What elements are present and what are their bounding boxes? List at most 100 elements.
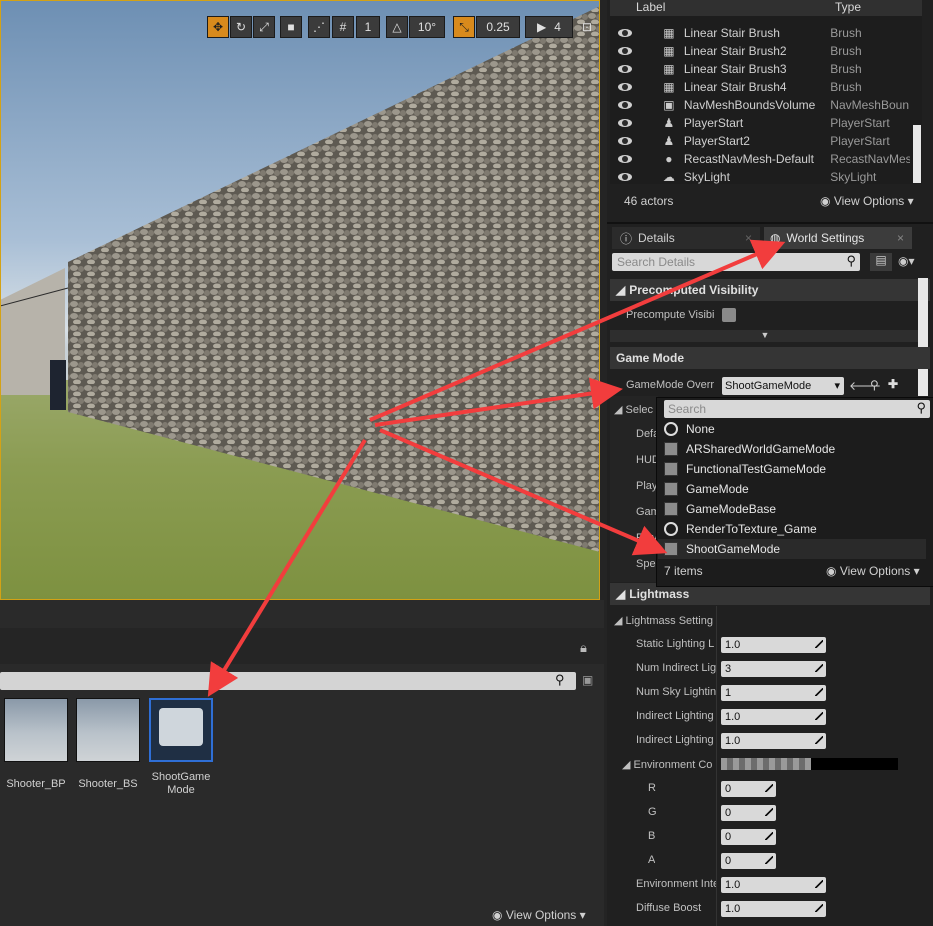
field-value: 0 xyxy=(725,855,732,867)
dropdown-view-options[interactable]: ◉ View Options ▾ xyxy=(826,564,920,578)
item-label: FunctionalTestGameMode xyxy=(686,462,827,476)
visibility-eye-icon[interactable] xyxy=(618,101,632,109)
outliner-scrollbar[interactable] xyxy=(913,125,921,183)
color-a-field[interactable]: 0 xyxy=(721,853,776,869)
list-item[interactable]: ● RecastNavMesh-Default RecastNavMes xyxy=(610,150,910,168)
actor-type: NavMeshBoun xyxy=(830,98,910,112)
tab-world-settings[interactable]: ◍ World Settings × xyxy=(764,227,912,249)
close-icon[interactable]: × xyxy=(745,231,752,245)
visibility-eye-icon[interactable] xyxy=(618,29,632,37)
list-item[interactable]: ♟ PlayerStart2 PlayerStart xyxy=(610,132,910,150)
environment-color-alpha-swatch[interactable] xyxy=(721,758,811,770)
close-icon[interactable]: × xyxy=(897,231,904,245)
visibility-eye-icon[interactable] xyxy=(618,137,632,145)
num-indirect-bounces-field[interactable]: 3 xyxy=(721,661,826,677)
lock-icon[interactable]: 🔒︎ xyxy=(580,640,587,656)
maximize-viewport-icon[interactable]: ⊡ xyxy=(578,16,596,38)
save-search-icon[interactable]: ▣ xyxy=(582,673,593,687)
details-scrollbar[interactable] xyxy=(918,278,928,396)
property-label: Play xyxy=(636,532,658,544)
environment-intensity-field[interactable]: 1.0 xyxy=(721,877,826,893)
list-item[interactable]: None xyxy=(664,419,924,439)
add-new-icon[interactable]: ✚ xyxy=(888,377,898,391)
rotate-tool-button[interactable]: ↻ xyxy=(230,16,252,38)
section-header[interactable]: Game Mode xyxy=(610,347,930,369)
expand-advanced-icon[interactable]: ▼ xyxy=(610,330,920,342)
list-item[interactable]: FunctionalTestGameMode xyxy=(664,459,924,479)
visibility-eye-icon[interactable] xyxy=(618,173,632,181)
field-value: 1 xyxy=(725,687,732,699)
gamemode-override-combo[interactable]: ShootGameMode ▾ xyxy=(722,377,844,395)
surface-snap-button[interactable]: ⋰ xyxy=(308,16,330,38)
asset-thumbnail-shootgamemode[interactable] xyxy=(149,698,213,762)
resize-grip-icon xyxy=(815,904,823,912)
content-view-options[interactable]: ◉ View Options ▾ xyxy=(492,908,586,922)
rotation-snap-icon[interactable]: △ xyxy=(386,16,408,38)
property-label: Spe xyxy=(636,558,656,570)
environment-color-swatch[interactable] xyxy=(811,758,898,770)
gamemode-icon xyxy=(664,502,678,516)
list-item[interactable]: ▦ Linear Stair Brush Brush xyxy=(610,24,910,42)
property-label: Num Indirect Lig xyxy=(636,662,716,674)
translate-tool-button[interactable]: ✥ xyxy=(207,16,229,38)
color-b-field[interactable]: 0 xyxy=(721,829,776,845)
scale-tool-button[interactable]: ⤢ xyxy=(253,16,275,38)
visibility-eye-icon[interactable] xyxy=(618,155,632,163)
grid-snap-icon[interactable]: # xyxy=(332,16,354,38)
world-local-toggle[interactable]: ■ xyxy=(280,16,302,38)
tab-details[interactable]: ⓘ Details × xyxy=(612,227,760,249)
asset-search-input[interactable] xyxy=(0,672,576,690)
static-lighting-level-field[interactable]: 1.0 xyxy=(721,637,826,653)
camera-speed-button[interactable]: ▶ 4 xyxy=(525,16,573,38)
num-sky-bounces-field[interactable]: 1 xyxy=(721,685,826,701)
property-label: Num Sky Lightin xyxy=(636,686,716,698)
property-matrix-icon[interactable]: ▤ xyxy=(870,253,892,271)
details-search-input[interactable]: Search Details ⚲ xyxy=(612,253,860,271)
details-view-options-icon[interactable]: ◉▾ xyxy=(898,254,915,268)
label-column-header[interactable]: Label xyxy=(636,0,665,14)
light-icon: ☁ xyxy=(662,170,675,184)
list-item[interactable]: GameMode xyxy=(664,479,924,499)
rotation-snap-dropdown[interactable]: 10° xyxy=(409,16,445,38)
precompute-visibility-checkbox[interactable] xyxy=(722,308,736,322)
diffuse-boost-field[interactable]: 1.0 xyxy=(721,901,826,917)
color-r-field[interactable]: 0 xyxy=(721,781,776,797)
list-item[interactable]: RenderToTexture_Game xyxy=(664,519,924,539)
dropdown-search-input[interactable]: Search ⚲ xyxy=(664,400,930,418)
visibility-eye-icon[interactable] xyxy=(618,47,632,55)
property-label: Indirect Lighting xyxy=(636,734,714,746)
list-item[interactable]: ♟ PlayerStart PlayerStart xyxy=(610,114,910,132)
scale-snap-dropdown[interactable]: 0.25 xyxy=(476,16,520,38)
asset-thumbnail-shooter-bp[interactable] xyxy=(4,698,68,762)
outliner-view-options[interactable]: ◉ View Options ▾ xyxy=(820,194,914,208)
section-header[interactable]: ◢ Precomputed Visibility xyxy=(610,279,930,301)
list-item[interactable]: ▣ NavMeshBoundsVolume NavMeshBoun xyxy=(610,96,910,114)
type-column-header[interactable]: Type xyxy=(835,0,861,14)
grid-size-dropdown[interactable]: 1 xyxy=(356,16,380,38)
color-g-field[interactable]: 0 xyxy=(721,805,776,821)
asset-thumbnail-shooter-bs[interactable] xyxy=(76,698,140,762)
actor-type: Brush xyxy=(830,44,862,58)
visibility-eye-icon[interactable] xyxy=(618,119,632,127)
search-icon: ⚲ xyxy=(846,253,856,268)
list-item[interactable]: ARSharedWorldGameMode xyxy=(664,439,924,459)
indirect-lighting-smoothness-field[interactable]: 1.0 xyxy=(721,733,826,749)
scale-snap-icon[interactable]: ⤡ xyxy=(453,16,475,38)
list-item[interactable]: ▦ Linear Stair Brush4 Brush xyxy=(610,78,910,96)
list-item[interactable]: GameModeBase xyxy=(664,499,924,519)
browse-search-icon[interactable]: ⚲ xyxy=(870,378,879,392)
list-item-selected[interactable]: ShootGameMode xyxy=(658,539,926,559)
list-item[interactable]: ▦ Linear Stair Brush2 Brush xyxy=(610,42,910,60)
indirect-lighting-quality-field[interactable]: 1.0 xyxy=(721,709,826,725)
asset-label: ShootGame Mode xyxy=(151,771,211,796)
visibility-eye-icon[interactable] xyxy=(618,83,632,91)
lightmass-settings-label: Lightmass Setting xyxy=(625,615,713,627)
visibility-eye-icon[interactable] xyxy=(618,65,632,73)
list-item[interactable]: ▦ Linear Stair Brush3 Brush xyxy=(610,60,910,78)
list-item[interactable]: ☁ SkyLight SkyLight xyxy=(610,168,910,186)
level-viewport[interactable]: ✥ ↻ ⤢ ■ ⋰ # 1 △ 10° ⤡ 0.25 ▶ 4 ⊡ xyxy=(0,0,600,600)
actor-name: Linear Stair Brush4 xyxy=(683,80,787,94)
actor-name: RecastNavMesh-Default xyxy=(683,152,814,166)
search-icon[interactable]: ⚲ xyxy=(555,672,565,688)
resize-grip-icon xyxy=(815,640,823,648)
